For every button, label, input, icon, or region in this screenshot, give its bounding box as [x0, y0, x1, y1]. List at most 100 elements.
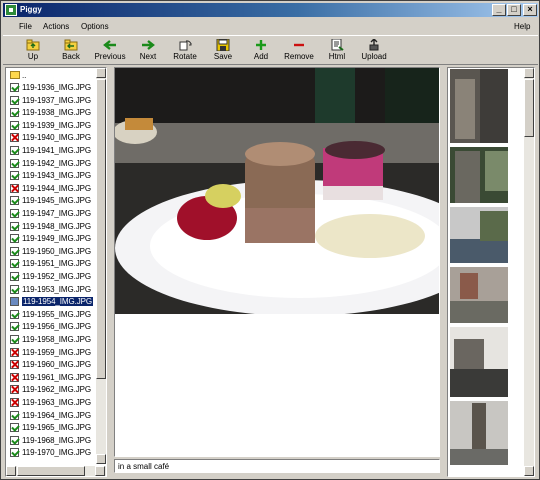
rejected-mark-icon[interactable]	[10, 372, 19, 382]
scroll-down-arrow-icon[interactable]	[96, 454, 106, 464]
list-item[interactable]: 119-1960_IMG.JPG	[8, 359, 100, 371]
previous-button[interactable]: Previous	[91, 37, 129, 65]
selected-file-icon[interactable]	[10, 297, 19, 307]
upload-label: Upload	[361, 52, 387, 61]
next-button[interactable]: Next	[134, 37, 162, 65]
list-item[interactable]: 119-1952_IMG.JPG	[8, 271, 100, 283]
list-item[interactable]: 119-1962_IMG.JPG	[8, 384, 100, 396]
list-item[interactable]: 119-1941_IMG.JPG	[8, 145, 100, 157]
list-item[interactable]: 119-1959_IMG.JPG	[8, 347, 100, 359]
menu-actions[interactable]: Actions	[43, 22, 69, 31]
thumb-scroll-thumb[interactable]	[524, 79, 534, 137]
approved-check-icon[interactable]	[10, 259, 19, 269]
scroll-up-arrow-icon[interactable]	[96, 68, 106, 78]
approved-check-icon[interactable]	[10, 272, 19, 281]
rejected-mark-icon[interactable]	[10, 360, 19, 370]
list-item[interactable]: 119-1942_IMG.JPG	[8, 158, 100, 170]
rejected-mark-icon[interactable]	[10, 398, 19, 407]
approved-check-icon[interactable]	[10, 221, 19, 231]
approved-check-icon[interactable]	[10, 322, 19, 332]
add-button[interactable]: Add	[247, 37, 275, 65]
close-button[interactable]: ×	[523, 4, 537, 16]
html-button[interactable]: Html	[323, 37, 351, 65]
list-item[interactable]: 119-1963_IMG.JPG	[8, 397, 100, 409]
scroll-right-arrow-icon[interactable]	[95, 466, 105, 476]
file-name: 119-1962_IMG.JPG	[22, 385, 91, 395]
maximize-button[interactable]: □	[507, 4, 521, 16]
approved-check-icon[interactable]	[10, 158, 19, 168]
file-list-vertical-scrollbar[interactable]	[96, 68, 106, 464]
up-button[interactable]: Up	[19, 37, 47, 65]
list-item[interactable]: 119-1949_IMG.JPG	[8, 233, 100, 245]
approved-check-icon[interactable]	[10, 83, 19, 92]
list-item[interactable]: 119-1939_IMG.JPG	[8, 120, 100, 132]
approved-check-icon[interactable]	[10, 448, 19, 458]
thumb-scroll-up-arrow-icon[interactable]	[524, 68, 534, 78]
menu-file[interactable]: File	[19, 22, 32, 31]
list-item[interactable]: 119-1961_IMG.JPG	[8, 372, 100, 384]
h-scroll-thumb[interactable]	[17, 466, 85, 476]
list-item[interactable]: 119-1950_IMG.JPG	[8, 246, 100, 258]
list-item[interactable]: 119-1956_IMG.JPG	[8, 321, 100, 333]
caption-input[interactable]: in a small café	[114, 459, 440, 473]
approved-check-icon[interactable]	[10, 120, 19, 130]
list-item[interactable]: 119-1968_IMG.JPG	[8, 435, 100, 447]
list-item-parent-dir[interactable]: ..	[8, 70, 100, 82]
rotate-button[interactable]: Rotate	[169, 37, 201, 65]
file-name: 119-1947_IMG.JPG	[22, 209, 91, 218]
approved-check-icon[interactable]	[10, 284, 19, 294]
list-item[interactable]: 119-1947_IMG.JPG	[8, 208, 100, 220]
approved-check-icon[interactable]	[10, 246, 19, 256]
approved-check-icon[interactable]	[10, 423, 19, 433]
approved-check-icon[interactable]	[10, 309, 19, 319]
list-item[interactable]: 119-1964_IMG.JPG	[8, 410, 100, 422]
rejected-mark-icon[interactable]	[10, 133, 19, 143]
approved-check-icon[interactable]	[10, 146, 19, 155]
list-item[interactable]: 119-1936_IMG.JPG	[8, 82, 100, 94]
scroll-left-arrow-icon[interactable]	[6, 466, 16, 476]
list-item[interactable]: 119-1970_IMG.JPG	[8, 447, 100, 459]
list-item[interactable]: 119-1958_IMG.JPG	[8, 334, 100, 346]
approved-check-icon[interactable]	[10, 410, 19, 420]
thumbnail-strip[interactable]	[447, 67, 535, 477]
list-item[interactable]: 119-1965_IMG.JPG	[8, 422, 100, 434]
list-item[interactable]: 119-1938_IMG.JPG	[8, 107, 100, 119]
approved-check-icon[interactable]	[10, 196, 19, 206]
html-label: Html	[328, 52, 346, 61]
list-item[interactable]: 119-1955_IMG.JPG	[8, 309, 100, 321]
approved-check-icon[interactable]	[10, 209, 19, 218]
list-item[interactable]: 119-1945_IMG.JPG	[8, 195, 100, 207]
list-item[interactable]: 119-1937_IMG.JPG	[8, 95, 100, 107]
approved-check-icon[interactable]	[10, 108, 19, 118]
approved-check-icon[interactable]	[10, 171, 19, 181]
list-item[interactable]: 119-1954_IMG.JPG	[8, 296, 100, 308]
minimize-button[interactable]: _	[492, 4, 506, 16]
save-button[interactable]: Save	[209, 37, 237, 65]
list-item[interactable]: 119-1944_IMG.JPG	[8, 183, 100, 195]
approved-check-icon[interactable]	[10, 234, 19, 244]
approved-check-icon[interactable]	[10, 95, 19, 105]
thumbnail-scrollbar[interactable]	[524, 68, 534, 476]
image-preview-pane	[114, 67, 440, 457]
back-button[interactable]: Back	[57, 37, 85, 65]
list-item[interactable]: 119-1948_IMG.JPG	[8, 221, 100, 233]
remove-button[interactable]: Remove	[281, 37, 317, 65]
list-item[interactable]: 119-1951_IMG.JPG	[8, 258, 100, 270]
title-bar[interactable]: Piggy _ □ ×	[3, 3, 538, 17]
rejected-mark-icon[interactable]	[10, 183, 19, 193]
upload-button[interactable]: Upload	[359, 37, 389, 65]
approved-check-icon[interactable]	[10, 335, 19, 344]
rejected-mark-icon[interactable]	[10, 347, 19, 357]
file-name: 119-1965_IMG.JPG	[22, 423, 91, 433]
thumb-scroll-down-arrow-icon[interactable]	[524, 466, 534, 476]
list-item[interactable]: 119-1940_IMG.JPG	[8, 132, 100, 144]
approved-check-icon[interactable]	[10, 435, 19, 445]
rejected-mark-icon[interactable]	[10, 385, 19, 395]
list-item[interactable]: 119-1953_IMG.JPG	[8, 284, 100, 296]
menu-help[interactable]: Help	[514, 22, 530, 31]
menu-options[interactable]: Options	[81, 22, 109, 31]
file-list-horizontal-scrollbar[interactable]	[6, 466, 106, 476]
scroll-thumb[interactable]	[96, 79, 106, 379]
file-list[interactable]: .. 119-1936_IMG.JPG 119-1937_IMG.JPG 119-19…	[5, 67, 107, 477]
list-item[interactable]: 119-1943_IMG.JPG	[8, 170, 100, 182]
